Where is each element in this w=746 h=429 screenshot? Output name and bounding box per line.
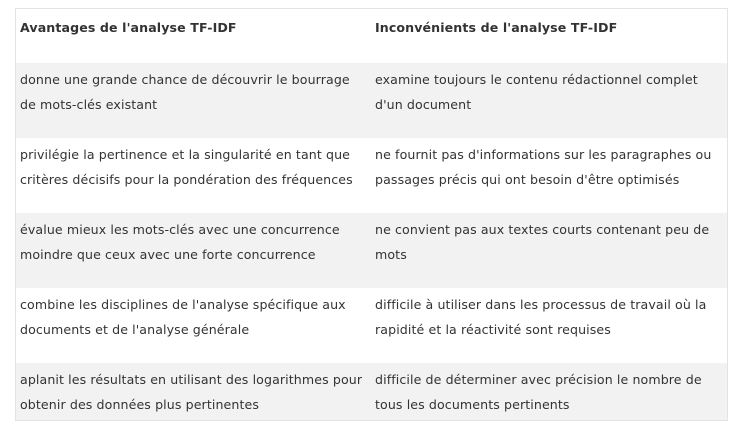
advantage-cell: combine les disciplines de l'analyse spé…: [16, 288, 371, 363]
advantage-cell: privilégie la pertinence et la singulari…: [16, 138, 371, 213]
header-disadvantages: Inconvénients de l'analyse TF-IDF: [375, 20, 618, 35]
advantage-cell: évalue mieux les mots-clés avec une conc…: [16, 213, 371, 288]
header-advantages: Avantages de l'analyse TF-IDF: [20, 20, 237, 35]
disadvantage-cell: difficile à utiliser dans les processus …: [371, 288, 727, 363]
table-row: aplanit les résultats en utilisant des l…: [16, 363, 727, 420]
table-row: évalue mieux les mots-clés avec une conc…: [16, 213, 727, 288]
disadvantage-cell: ne fournit pas d'informations sur les pa…: [371, 138, 727, 213]
table-row: combine les disciplines de l'analyse spé…: [16, 288, 727, 363]
disadvantage-cell: examine toujours le contenu rédactionnel…: [371, 63, 727, 138]
table-row: donne une grande chance de découvrir le …: [16, 63, 727, 138]
table-header-row: Avantages de l'analyse TF-IDF Inconvénie…: [16, 9, 727, 63]
tfidf-comparison-table: Avantages de l'analyse TF-IDF Inconvénie…: [16, 9, 727, 420]
disadvantage-cell: ne convient pas aux textes courts conten…: [371, 213, 727, 288]
table-row: privilégie la pertinence et la singulari…: [16, 138, 727, 213]
comparison-table-container: Avantages de l'analyse TF-IDF Inconvénie…: [15, 8, 728, 421]
advantage-cell: donne une grande chance de découvrir le …: [16, 63, 371, 138]
advantage-cell: aplanit les résultats en utilisant des l…: [16, 363, 371, 420]
disadvantage-cell: difficile de déterminer avec précision l…: [371, 363, 727, 420]
